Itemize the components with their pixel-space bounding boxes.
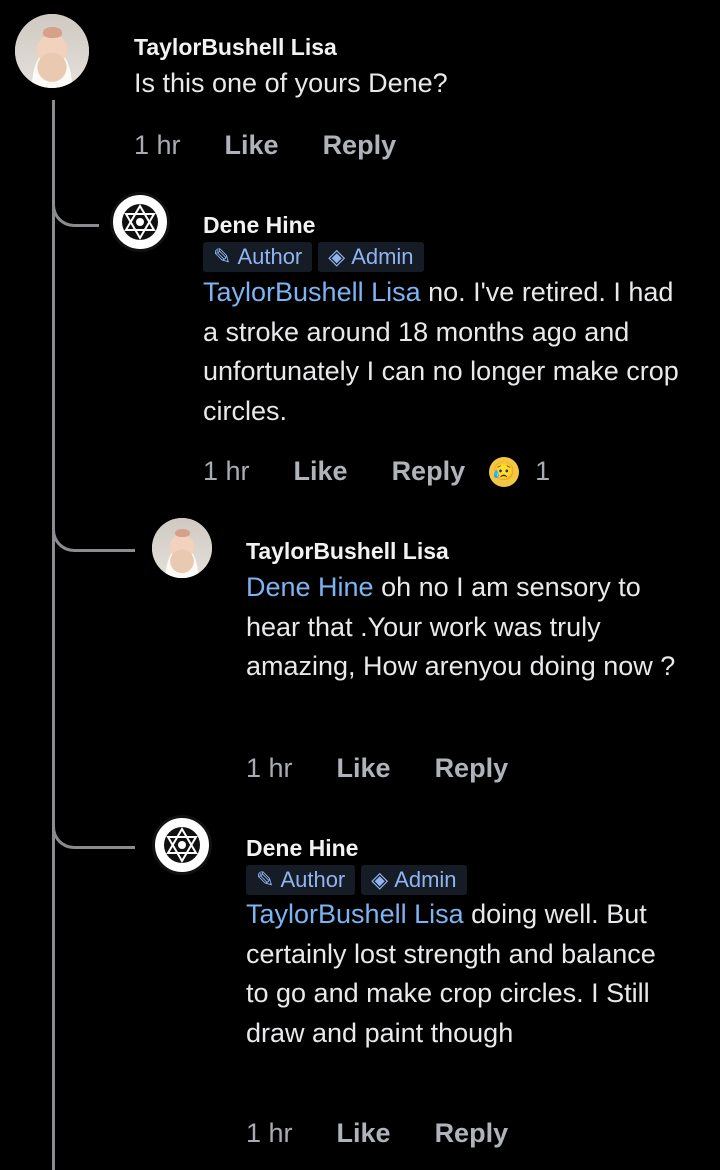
- comment-author[interactable]: TaylorBushell Lisa: [134, 34, 337, 61]
- admin-badge: ◈ Admin: [361, 865, 467, 895]
- author-badge: ✎ Author: [203, 242, 313, 272]
- role-badges: ✎ Author ◈ Admin: [246, 865, 467, 895]
- comment-actions: 1 hr Like Reply: [246, 1118, 508, 1149]
- avatar[interactable]: [15, 14, 89, 88]
- comment-actions: 1 hr Like Reply 😥 1: [203, 456, 550, 487]
- thread-connector: [52, 505, 135, 552]
- comment-author[interactable]: Dene Hine: [203, 212, 315, 239]
- comment-time[interactable]: 1 hr: [246, 1118, 293, 1149]
- mention-link[interactable]: Dene Hine: [246, 572, 374, 602]
- sad-tear-emoji-icon[interactable]: 😥: [489, 456, 520, 487]
- avatar[interactable]: [110, 192, 170, 252]
- reply-button[interactable]: Reply: [323, 130, 397, 161]
- mention-link[interactable]: TaylorBushell Lisa: [246, 899, 464, 929]
- comment-time[interactable]: 1 hr: [134, 130, 181, 161]
- badge-label: Admin: [351, 244, 414, 269]
- admin-badge: ◈ Admin: [318, 242, 424, 272]
- pencil-icon: ✎: [213, 244, 232, 269]
- thread-connector: [52, 180, 99, 227]
- reply-button[interactable]: Reply: [392, 456, 466, 487]
- like-button[interactable]: Like: [337, 753, 391, 784]
- badge-label: Author: [280, 867, 346, 892]
- pencil-icon: ✎: [256, 867, 275, 892]
- like-button[interactable]: Like: [294, 456, 348, 487]
- role-badges: ✎ Author ◈ Admin: [203, 242, 424, 272]
- admin-diamond-icon: ◈: [328, 244, 346, 269]
- admin-diamond-icon: ◈: [371, 867, 389, 892]
- comment-text: TaylorBushell Lisa doing well. But certa…: [246, 895, 676, 1053]
- comment-author[interactable]: TaylorBushell Lisa: [246, 538, 449, 565]
- comment-actions: 1 hr Like Reply: [246, 753, 508, 784]
- comment-actions: 1 hr Like Reply: [134, 130, 396, 161]
- like-button[interactable]: Like: [225, 130, 279, 161]
- star-emblem-icon: [164, 827, 200, 863]
- avatar[interactable]: [152, 518, 212, 578]
- baby-photo-avatar-icon: [15, 14, 89, 88]
- reply-button[interactable]: Reply: [435, 753, 509, 784]
- star-emblem-icon: [122, 204, 158, 240]
- badge-label: Author: [237, 244, 303, 269]
- baby-photo-avatar-icon: [152, 518, 212, 578]
- like-button[interactable]: Like: [337, 1118, 391, 1149]
- reply-button[interactable]: Reply: [435, 1118, 509, 1149]
- comment-author[interactable]: Dene Hine: [246, 835, 358, 862]
- comment-text: Is this one of yours Dene?: [134, 68, 448, 98]
- thread-line: [52, 100, 55, 1170]
- thread-connector: [52, 802, 135, 849]
- mention-link[interactable]: TaylorBushell Lisa: [203, 277, 421, 307]
- avatar[interactable]: [152, 815, 212, 875]
- comment-text: Dene Hine oh no I am sensory to hear tha…: [246, 568, 691, 687]
- reaction-count[interactable]: 1: [535, 456, 550, 487]
- comment-time[interactable]: 1 hr: [203, 456, 250, 487]
- comment-time[interactable]: 1 hr: [246, 753, 293, 784]
- author-badge: ✎ Author: [246, 865, 356, 895]
- badge-label: Admin: [394, 867, 457, 892]
- comment-text: TaylorBushell Lisa no. I've retired. I h…: [203, 273, 693, 431]
